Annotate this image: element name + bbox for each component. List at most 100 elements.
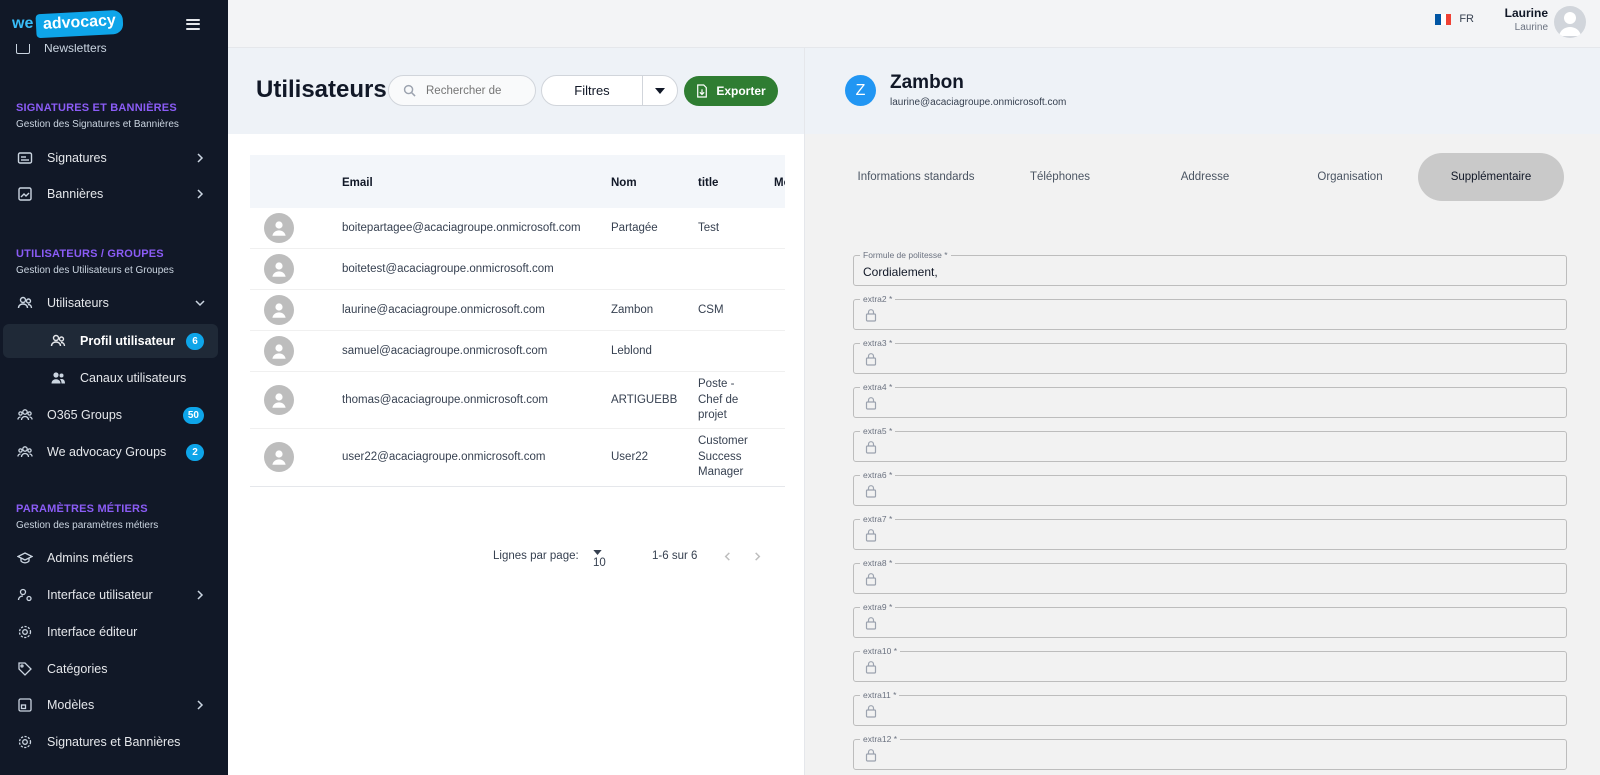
cell-email: boitetest@acaciagroupe.onmicrosoft.com [342,263,554,275]
table-row[interactable]: samuel@acaciagroupe.onmicrosoft.com Lebl… [250,331,785,372]
users-table: Email Nom title Mob boitepartagee@acacia… [250,155,785,487]
field-formule-politesse[interactable]: Formule de politesse * Cordialement, [853,250,1567,286]
sidebar-item-modeles[interactable]: Modèles [3,688,218,722]
search-input[interactable] [426,84,526,97]
search-box[interactable] [388,75,536,106]
tab-organisation[interactable]: Organisation [1277,153,1423,201]
field-label: extra11 * [860,690,900,700]
logo-row: we advocacy [0,0,228,48]
users-list-pane: Utilisateurs Filtres Exporter Email Nom … [228,48,804,775]
field-extra3[interactable]: extra3 * [853,338,1567,374]
field-extra5[interactable]: extra5 * [853,426,1567,462]
rows-per-page-value: 10 [593,557,606,569]
sidebar-item-signatures-bannieres[interactable]: Signatures et Bannières [3,725,218,759]
tab-telephones[interactable]: Téléphones [987,153,1133,201]
tab-supplementaire[interactable]: Supplémentaire [1418,153,1564,201]
avatar [264,385,294,415]
filters-caret[interactable] [643,76,677,105]
menu-icon[interactable] [186,18,200,30]
filters-dropdown[interactable]: Filtres [541,75,678,106]
sidebar-item-canaux-utilisateurs[interactable]: Canaux utilisateurs [3,361,218,395]
rows-per-page-select[interactable]: 10 [593,550,606,569]
sidebar-item-interface-utilisateur[interactable]: Interface utilisateur [3,578,218,612]
field-label: extra10 * [860,646,901,656]
field-label: extra12 * [860,734,901,744]
avatar [264,336,294,366]
avatar [264,213,294,243]
export-button[interactable]: Exporter [684,76,778,106]
sidebar-item-o365-groups[interactable]: O365 Groups 50 [3,398,218,432]
language-label: FR [1459,13,1474,25]
lock-icon [865,661,877,674]
table-row[interactable]: boitepartagee@acaciagroupe.onmicrosoft.c… [250,208,785,249]
tab-informations-standards[interactable]: Informations standards [843,153,989,201]
detail-tabs: Informations standards Téléphones Addres… [805,153,1600,201]
field-extra12[interactable]: extra12 * [853,734,1567,770]
chevron-down-icon [195,300,205,307]
person-icon [272,393,286,408]
table-row[interactable]: user22@acaciagroupe.onmicrosoft.com User… [250,429,785,487]
prev-page-button[interactable] [722,551,733,565]
pagination: Lignes par page: 10 1-6 sur 6 [250,543,785,573]
logo-advocacy: advocacy [35,9,124,39]
person-icon [272,450,286,465]
chevron-right-icon [755,552,761,561]
field-extra6[interactable]: extra6 * [853,470,1567,506]
table-row[interactable]: boitetest@acaciagroupe.onmicrosoft.com [250,249,785,290]
chevron-left-icon [724,552,730,561]
language-selector[interactable]: FR [1435,13,1474,25]
logo[interactable]: we advocacy [12,9,124,39]
field-label: extra2 * [860,294,896,304]
image-icon [17,186,33,202]
sidebar-item-signatures[interactable]: Signatures [3,141,218,175]
tab-addresse[interactable]: Addresse [1132,153,1278,201]
field-extra9[interactable]: extra9 * [853,602,1567,638]
sidebar-item-bannieres[interactable]: Bannières [3,177,218,211]
sidebar-item-interface-editeur[interactable]: Interface éditeur [3,615,218,649]
lock-icon [865,353,877,366]
avatar[interactable] [1554,6,1586,38]
sidebar-item-utilisateurs[interactable]: Utilisateurs [3,286,218,320]
sidebar-item-label: Profil utilisateur [80,334,176,348]
column-header-nom[interactable]: Nom [611,177,637,189]
field-extra8[interactable]: extra8 * [853,558,1567,594]
column-header-title[interactable]: title [698,177,718,189]
next-page-button[interactable] [752,551,763,565]
sidebar-item-profil-utilisateur[interactable]: Profil utilisateur 6 [3,324,218,358]
column-header-mobile[interactable]: Mob [774,177,785,189]
sidebar-item-label: We advocacy Groups [47,445,167,459]
sidebar-item-categories[interactable]: Catégories [3,652,218,686]
topbar: FR Laurine Laurine [228,0,1600,48]
user-menu[interactable]: Laurine Laurine [1505,6,1548,33]
chevron-right-icon [197,153,204,163]
field-extra7[interactable]: extra7 * [853,514,1567,550]
sidebar-item-newsletters[interactable]: Newsletters [16,44,107,58]
cell-email: samuel@acaciagroupe.onmicrosoft.com [342,345,548,357]
gear-icon [17,734,33,750]
table-row[interactable]: thomas@acaciagroupe.onmicrosoft.com ARTI… [250,372,785,429]
table-row[interactable]: laurine@acaciagroupe.onmicrosoft.com Zam… [250,290,785,331]
france-flag-icon [1435,13,1452,25]
section-title-signatures: SIGNATURES ET BANNIÈRES [16,102,177,114]
filters-button[interactable]: Filtres [542,76,643,105]
lock-icon [865,749,877,762]
caret-down-icon [655,87,665,94]
field-label: extra9 * [860,602,896,612]
group-icon [17,444,33,460]
newsletter-icon [16,44,30,54]
field-label: Formule de politesse * [860,250,951,260]
field-extra4[interactable]: extra4 * [853,382,1567,418]
lock-icon [865,573,877,586]
field-extra11[interactable]: extra11 * [853,690,1567,726]
users-list-header: Utilisateurs Filtres Exporter [228,48,804,134]
sidebar-item-we-advocacy-groups[interactable]: We advocacy Groups 2 [3,435,218,469]
cell-title: Customer Success Manager [698,435,748,478]
field-extra10[interactable]: extra10 * [853,646,1567,682]
export-label: Exporter [716,84,766,98]
column-header-email[interactable]: Email [342,177,373,189]
chevron-right-icon [197,590,204,600]
template-icon [17,697,33,713]
sidebar-item-label: Signatures [47,151,107,165]
sidebar-item-admins-metiers[interactable]: Admins métiers [3,541,218,575]
field-extra2[interactable]: extra2 * [853,294,1567,330]
